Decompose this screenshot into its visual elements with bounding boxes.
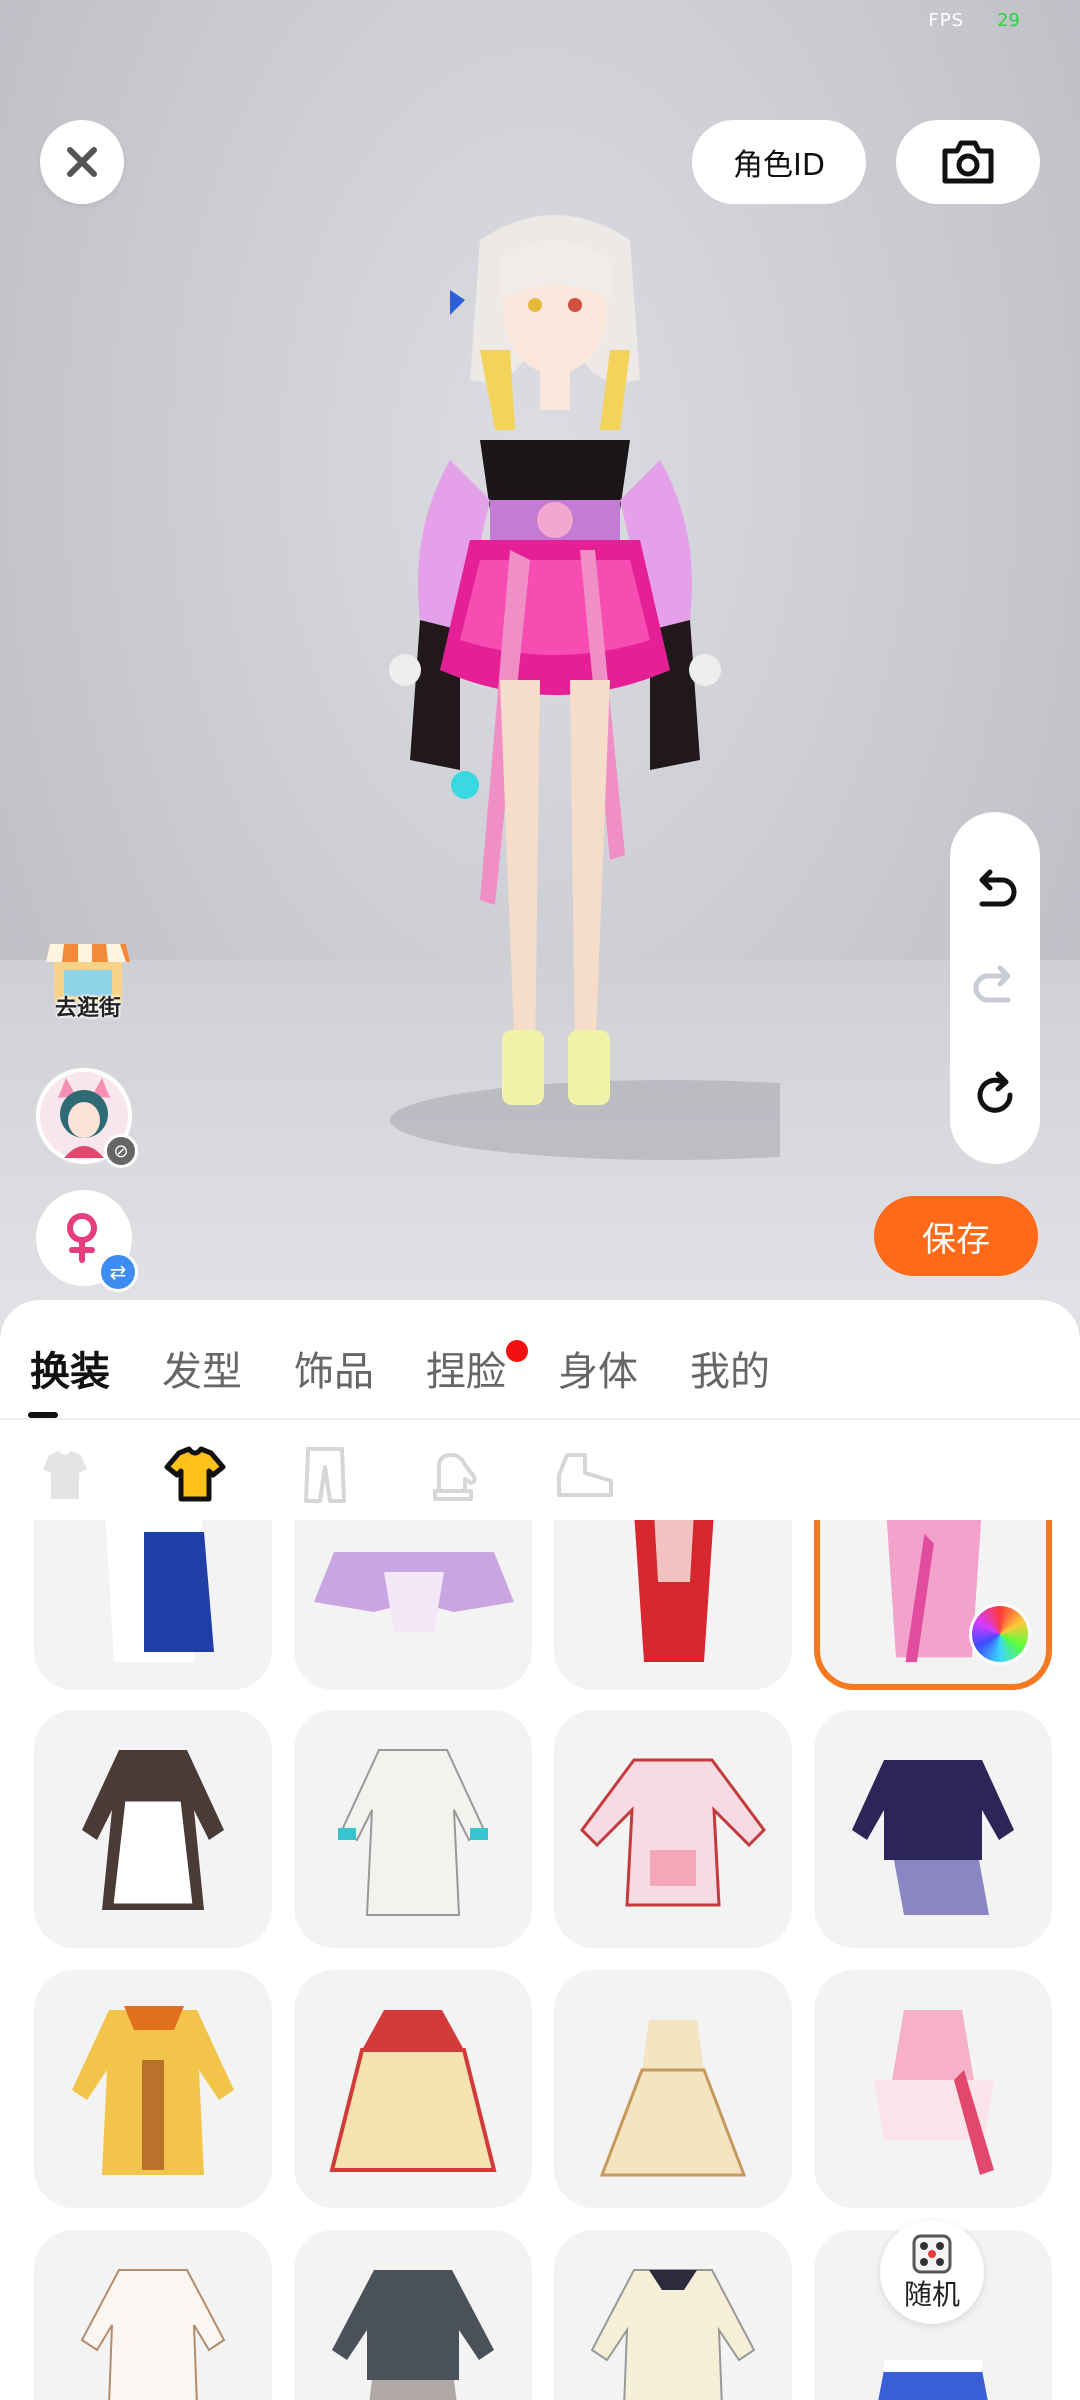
tab-outfit[interactable]: 换装 [30,1340,110,1410]
outfit-item[interactable] [294,1520,532,1690]
tab-accessories[interactable]: 饰品 [294,1340,374,1410]
outfit-item[interactable] [294,1970,532,2208]
outfit-item[interactable] [34,1970,272,2208]
outfit-item[interactable] [294,2230,532,2400]
outfit-thumbnail [886,1520,982,1663]
tab-body[interactable]: 身体 [558,1340,638,1410]
camera-button[interactable] [896,120,1040,204]
outfit-thumbnail [338,1749,488,1916]
outfit-thumbnail [599,2020,747,2177]
outfit-thumbnail [580,1758,766,1907]
outfit-item[interactable] [34,1520,272,1690]
outfit-thumbnail [80,2269,226,2400]
tab-face[interactable]: 捏脸 [426,1340,528,1410]
hidden-badge: ⊘ [104,1134,138,1168]
tabs-divider [0,1418,1080,1420]
go-shopping-button[interactable]: 去逛街 [36,936,132,1032]
outfit-item[interactable] [814,1970,1052,2208]
avatar-viewport[interactable]: FPS 29 角色ID 去逛街 ⊘ ⇄ 保存 [0,0,1080,1330]
outfit-item[interactable] [294,1710,532,1948]
outfit-item[interactable] [34,1710,272,1948]
outfit-item[interactable] [554,1520,792,1690]
dice-icon [912,2234,952,2274]
subcat-bottom[interactable] [290,1440,360,1510]
role-id-button[interactable]: 角色ID [692,120,866,204]
color-picker-icon[interactable] [972,1606,1028,1662]
fps-label: FPS [928,10,964,31]
outfit-thumbnail [72,2006,234,2175]
avatar-character[interactable] [330,200,780,1230]
glove-icon [433,1453,477,1501]
outfit-thumbnail [590,2269,756,2400]
outfit-item[interactable] [34,2230,272,2400]
set-icon [43,1451,87,1499]
close-icon [67,147,97,177]
save-button[interactable]: 保存 [874,1196,1038,1276]
tab-face-label: 捏脸 [426,1349,506,1395]
top-icon [164,1446,226,1502]
outfit-thumbnail [332,2270,494,2400]
outfit-thumbnail [634,1520,714,1662]
random-label: 随机 [903,2278,960,2311]
avatar-thumbnail-button[interactable]: ⊘ [36,1068,138,1168]
outfit-item[interactable] [814,1710,1052,1948]
subcat-set[interactable] [30,1440,100,1510]
pants-icon [304,1447,346,1503]
tab-hairstyle[interactable]: 发型 [162,1340,242,1410]
shoe-icon [557,1453,613,1497]
subcat-gloves[interactable] [420,1440,490,1510]
outfit-item[interactable] [554,2230,792,2400]
close-button[interactable] [40,120,124,204]
outfit-thumbnail [852,1760,1014,1915]
fps-value: 29 [997,10,1020,31]
outfit-thumbnail [329,2010,497,2172]
outfit-item[interactable] [554,1970,792,2208]
subcategory-bar [30,1440,680,1520]
edit-history-controls [950,812,1040,1164]
swap-icon: ⇄ [98,1252,138,1292]
random-button[interactable]: 随机 [880,2220,984,2324]
outfit-thumbnail [82,1750,224,1910]
redo-icon[interactable] [970,962,1020,1012]
undo-icon[interactable] [970,866,1020,916]
outfit-item[interactable] [554,1710,792,1948]
camera-icon [942,140,994,184]
tab-mine[interactable]: 我的 [690,1340,770,1410]
subcat-top[interactable] [160,1440,230,1510]
subcat-shoes[interactable] [550,1440,620,1510]
outfit-item-selected[interactable] [814,1520,1052,1690]
outfit-thumbnail [314,1552,514,1632]
notification-dot [506,1340,528,1362]
outfit-thumbnail [105,1520,214,1662]
gender-switch-button[interactable]: ⇄ [36,1190,138,1292]
outfit-thumbnail [874,2010,994,2175]
category-tabs: 换装 发型 饰品 捏脸 身体 我的 [30,1340,822,1410]
go-shopping-label: 去逛街 [54,996,121,1021]
reset-icon[interactable] [970,1070,1020,1120]
